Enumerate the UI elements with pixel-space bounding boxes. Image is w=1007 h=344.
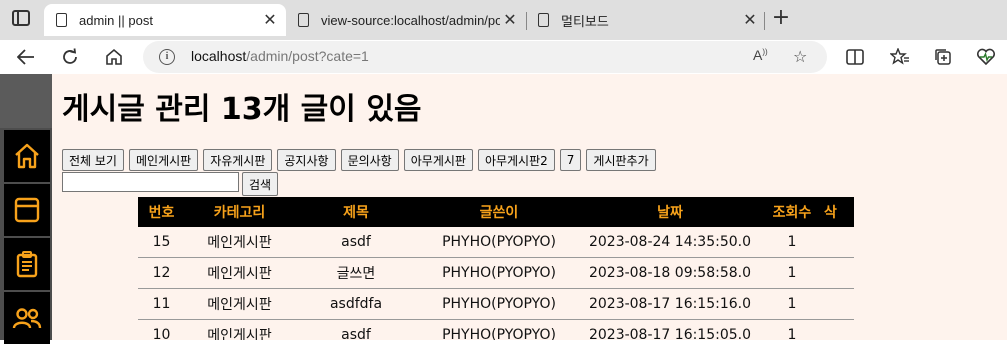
cell-date: 2023-08-17 16:15:05.0 xyxy=(580,319,760,340)
cell-delete[interactable] xyxy=(824,288,854,320)
table-row[interactable]: 11 메인게시판 asdfdfa PHYHO(PYOPYO) 2023-08-1… xyxy=(138,288,854,320)
favorites-icon[interactable] xyxy=(887,44,913,70)
page-title: 게시글 관리 13개 글이 있음 xyxy=(62,92,422,127)
cell-date: 2023-08-24 14:35:50.0 xyxy=(580,227,760,258)
board-button-main[interactable]: 메인게시판 xyxy=(128,149,199,171)
tab-multiboard[interactable]: 멀티보드 ✕ xyxy=(530,4,766,36)
search-input[interactable] xyxy=(62,172,239,192)
page-content: 게시글 관리 13개 글이 있음 전체 보기 메인게시판 자유게시판 공지사항 … xyxy=(52,74,1007,340)
cell-date: 2023-08-17 16:15:16.0 xyxy=(580,288,760,320)
column-header-category[interactable]: 카테고리 xyxy=(185,197,294,227)
close-icon[interactable]: ✕ xyxy=(260,10,280,30)
split-screen-icon[interactable] xyxy=(842,44,868,70)
new-tab-icon[interactable]: + xyxy=(770,7,792,31)
page-icon xyxy=(298,13,309,27)
admin-sidebar xyxy=(0,74,52,344)
sidebar-item-posts[interactable] xyxy=(4,238,50,290)
tab-title: view-source:localhost/admin/pos xyxy=(321,12,500,28)
read-aloud-icon[interactable]: A)) xyxy=(753,47,768,63)
tab-view-source[interactable]: view-source:localhost/admin/pos ✕ xyxy=(290,4,526,36)
board-button-7[interactable]: 7 xyxy=(559,149,582,171)
board-button-all[interactable]: 전체 보기 xyxy=(62,149,124,171)
board-button-any2[interactable]: 아무게시판2 xyxy=(477,149,555,171)
cell-title[interactable]: asdf xyxy=(294,227,418,258)
back-icon[interactable] xyxy=(13,44,39,70)
cell-views: 1 xyxy=(760,227,824,258)
cell-author: PHYHO(PYOPYO) xyxy=(418,227,580,258)
column-header-delete[interactable]: 삭 xyxy=(824,197,854,227)
column-header-no[interactable]: 번호 xyxy=(138,197,185,227)
tab-strip: admin || post ✕ view-source:localhost/ad… xyxy=(0,0,1007,40)
users-icon xyxy=(12,308,42,329)
board-button-inquiry[interactable]: 문의사항 xyxy=(340,149,399,171)
tab-actions-icon[interactable] xyxy=(12,10,30,26)
table-row[interactable]: 10 메인게시판 asdf PHYHO(PYOPYO) 2023-08-17 1… xyxy=(138,319,854,340)
close-icon[interactable]: ✕ xyxy=(740,10,760,30)
post-table: 번호 카테고리 제목 글쓴이 날짜 조회수 삭 15 메인게시판 asdf PH… xyxy=(138,197,854,340)
cell-category: 메인게시판 xyxy=(185,319,294,340)
cell-no: 11 xyxy=(138,288,185,320)
collections-icon[interactable] xyxy=(930,44,956,70)
tab-title: admin || post xyxy=(79,12,153,28)
tab-divider xyxy=(764,12,765,30)
board-filter-buttons: 전체 보기 메인게시판 자유게시판 공지사항 문의사항 아무게시판 아무게시판2… xyxy=(62,149,656,171)
url-text[interactable]: localhost/admin/post?cate=1 xyxy=(191,48,369,64)
board-button-free[interactable]: 자유게시판 xyxy=(203,149,273,171)
address-bar[interactable]: i localhost/admin/post?cate=1 A)) ☆ xyxy=(143,41,827,73)
sidebar-item-home[interactable] xyxy=(4,130,50,182)
cell-no: 10 xyxy=(138,319,185,340)
reload-icon[interactable] xyxy=(57,44,83,70)
tab-admin-post[interactable]: admin || post ✕ xyxy=(44,4,286,36)
board-button-notice[interactable]: 공지사항 xyxy=(277,149,336,171)
cell-no: 15 xyxy=(138,227,185,258)
board-button-any[interactable]: 아무게시판 xyxy=(403,149,473,171)
sidebar-item-layout[interactable] xyxy=(4,184,50,236)
close-icon[interactable]: ✕ xyxy=(500,10,520,30)
search-bar: 검색 xyxy=(62,172,279,196)
cell-category: 메인게시판 xyxy=(185,288,294,320)
table-row[interactable]: 15 메인게시판 asdf PHYHO(PYOPYO) 2023-08-24 1… xyxy=(138,227,854,258)
column-header-views[interactable]: 조회수 xyxy=(760,197,824,227)
cell-author: PHYHO(PYOPYO) xyxy=(418,257,580,289)
table-header-row: 번호 카테고리 제목 글쓴이 날짜 조회수 삭 xyxy=(138,197,854,227)
cell-no: 12 xyxy=(138,257,185,289)
home-icon xyxy=(15,143,39,169)
cell-views: 1 xyxy=(760,319,824,340)
sidebar-header xyxy=(0,74,52,128)
cell-delete[interactable] xyxy=(824,319,854,340)
home-icon[interactable] xyxy=(101,44,127,70)
cell-author: PHYHO(PYOPYO) xyxy=(418,319,580,340)
cell-date: 2023-08-18 09:58:58.0 xyxy=(580,257,760,289)
cell-category: 메인게시판 xyxy=(185,227,294,258)
health-icon[interactable] xyxy=(973,44,999,70)
cell-views: 1 xyxy=(760,257,824,289)
column-header-date[interactable]: 날짜 xyxy=(580,197,760,227)
layout-icon xyxy=(14,197,40,223)
tab-divider xyxy=(526,12,527,30)
cell-title[interactable]: asdfdfa xyxy=(294,288,418,320)
add-board-button[interactable]: 게시판추가 xyxy=(586,149,656,171)
cell-title[interactable]: asdf xyxy=(294,319,418,340)
favorite-star-icon[interactable]: ☆ xyxy=(793,47,807,66)
cell-title[interactable]: 글쓰면 xyxy=(294,257,418,289)
cell-category: 메인게시판 xyxy=(185,257,294,289)
browser-toolbar: i localhost/admin/post?cate=1 A)) ☆ xyxy=(0,40,1007,74)
search-button[interactable]: 검색 xyxy=(242,172,279,196)
cell-author: PHYHO(PYOPYO) xyxy=(418,288,580,320)
cell-views: 1 xyxy=(760,288,824,320)
clipboard-icon xyxy=(16,251,38,278)
sidebar-item-users[interactable] xyxy=(4,292,50,344)
column-header-title[interactable]: 제목 xyxy=(294,197,418,227)
column-header-author[interactable]: 글쓴이 xyxy=(418,197,580,227)
tab-title: 멀티보드 xyxy=(561,13,609,29)
page-icon xyxy=(56,13,67,27)
cell-delete[interactable] xyxy=(824,257,854,289)
cell-delete[interactable] xyxy=(824,227,854,258)
table-row[interactable]: 12 메인게시판 글쓰면 PHYHO(PYOPYO) 2023-08-18 09… xyxy=(138,257,854,289)
page-icon xyxy=(538,13,549,27)
info-icon[interactable]: i xyxy=(159,49,175,65)
